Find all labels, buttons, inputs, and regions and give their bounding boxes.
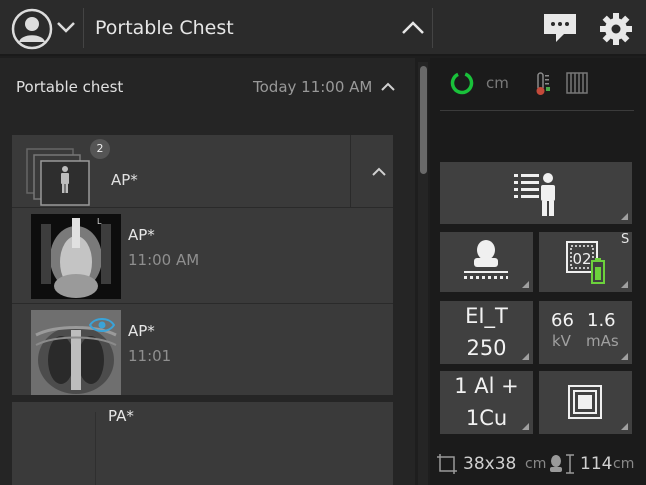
exposure-index-label: EI_T bbox=[465, 304, 508, 328]
study-title: Portable chest bbox=[16, 78, 124, 96]
scrollbar-thumb[interactable] bbox=[420, 66, 427, 174]
source-image-distance-icon bbox=[550, 454, 574, 474]
study-collapse-chevron-icon[interactable] bbox=[380, 80, 396, 94]
image-label: AP* bbox=[128, 322, 155, 340]
view-group-label: AP* bbox=[111, 171, 138, 189]
view-group-header[interactable]: 2 AP* bbox=[12, 135, 393, 208]
image-row[interactable]: AP* 11:01 bbox=[12, 305, 393, 400]
image-label: AP* bbox=[128, 226, 155, 244]
dropdown-corner-icon bbox=[522, 353, 529, 360]
user-menu-chevron-icon[interactable] bbox=[56, 20, 76, 34]
field-size-value: 38x38 bbox=[463, 454, 517, 474]
dropdown-corner-icon bbox=[522, 423, 529, 430]
dropdown-corner-icon bbox=[621, 213, 628, 220]
status-ring-icon bbox=[450, 71, 474, 95]
sid-unit: cm bbox=[613, 456, 635, 472]
mas-value: 1.6 bbox=[587, 310, 616, 331]
filter-line1: 1 Al + bbox=[454, 374, 519, 398]
thickness-unit: cm bbox=[486, 74, 509, 92]
kv-unit: kV bbox=[552, 332, 571, 350]
message-icon[interactable] bbox=[542, 12, 578, 44]
divider bbox=[95, 412, 96, 485]
dropdown-corner-icon bbox=[621, 281, 628, 288]
collimation-button[interactable] bbox=[539, 371, 632, 434]
technique-button[interactable]: 66 kV 1.6 mAs bbox=[539, 301, 632, 364]
top-bar: Portable Chest bbox=[0, 0, 646, 56]
detector-id: 02 bbox=[572, 250, 591, 268]
divider bbox=[432, 8, 433, 48]
exam-title: Portable Chest bbox=[95, 17, 234, 39]
group-collapse-chevron-icon[interactable] bbox=[371, 165, 387, 179]
field-size-icon bbox=[437, 454, 457, 474]
exposure-index-button[interactable]: EI_T 250 bbox=[440, 301, 533, 364]
image-time: 11:00 AM bbox=[128, 251, 200, 269]
settings-gear-icon[interactable] bbox=[598, 11, 634, 47]
detector-button[interactable]: 02 bbox=[539, 232, 632, 292]
mas-unit: mAs bbox=[586, 332, 619, 350]
body-part-button[interactable] bbox=[440, 232, 533, 292]
dropdown-corner-icon bbox=[621, 353, 628, 360]
collapse-chevron-icon[interactable] bbox=[400, 18, 426, 38]
detector-battery-icon: 02 bbox=[566, 241, 605, 284]
image-count-badge: 2 bbox=[90, 139, 110, 159]
divider bbox=[350, 135, 351, 208]
field-size-unit: cm bbox=[525, 456, 547, 472]
preview-eye-icon[interactable] bbox=[89, 317, 115, 333]
image-stack-icon bbox=[26, 148, 90, 206]
xray-thumbnail[interactable]: L bbox=[31, 214, 121, 299]
patient-list-icon bbox=[514, 173, 555, 216]
filter-line2: 1Cu bbox=[465, 406, 508, 430]
view-group-ap[interactable]: 2 AP* L AP* 11:00 AM AP* 11:01 bbox=[12, 135, 393, 395]
collimation-field-icon bbox=[568, 385, 602, 419]
study-time: Today 11:00 AM bbox=[253, 78, 373, 96]
detector-status-label: S bbox=[621, 232, 630, 247]
field-info-bar: 38x38 cm 114 cm bbox=[436, 450, 646, 480]
dropdown-corner-icon bbox=[522, 281, 529, 288]
view-group-pa[interactable]: PA* bbox=[12, 402, 393, 485]
sid-value: 114 bbox=[580, 454, 613, 474]
grid-icon bbox=[566, 72, 588, 94]
image-row[interactable]: L AP* 11:00 AM bbox=[12, 209, 393, 304]
laterality-marker: L bbox=[97, 217, 102, 226]
view-group-label: PA* bbox=[108, 407, 134, 425]
exposure-index-value: 250 bbox=[466, 336, 507, 360]
user-avatar-icon[interactable] bbox=[11, 8, 53, 50]
kv-value: 66 bbox=[551, 310, 574, 331]
dropdown-corner-icon bbox=[621, 423, 628, 430]
image-time: 11:01 bbox=[128, 347, 172, 365]
divider bbox=[83, 8, 84, 48]
patient-bucky-icon bbox=[464, 240, 508, 279]
patient-position-button[interactable] bbox=[440, 162, 632, 224]
filter-button[interactable]: 1 Al + 1Cu bbox=[440, 371, 533, 434]
thermometer-icon bbox=[536, 72, 550, 95]
divider bbox=[440, 110, 634, 111]
